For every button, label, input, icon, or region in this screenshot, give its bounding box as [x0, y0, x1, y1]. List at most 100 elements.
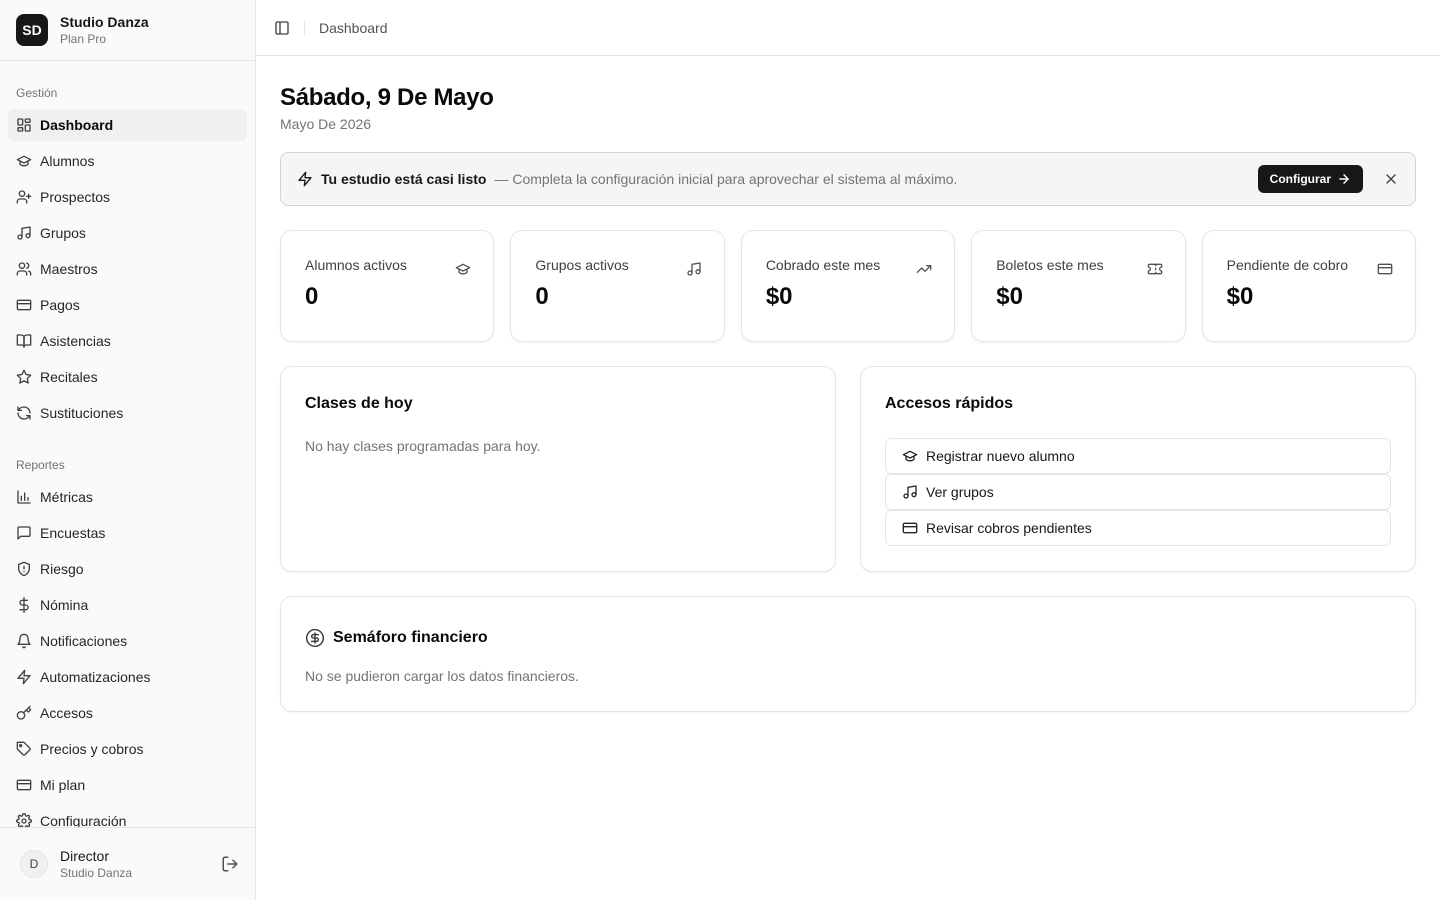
sidebar-item-accesos[interactable]: Accesos	[8, 697, 247, 729]
users-icon	[16, 261, 32, 277]
stat-card: Grupos activos 0	[510, 230, 725, 342]
configure-button[interactable]: Configurar	[1257, 165, 1363, 193]
sidebar-item-label: Riesgo	[40, 561, 84, 577]
sidebar-item-label: Prospectos	[40, 189, 111, 205]
stat-card: Cobrado este mes $0	[740, 230, 956, 342]
sidebar-item-metricas[interactable]: Métricas	[8, 481, 247, 513]
sidebar-item-recitales[interactable]: Recitales	[8, 361, 247, 393]
sidebar-item-asistencias[interactable]: Asistencias	[8, 325, 247, 357]
quick-access-button[interactable]: Registrar nuevo alumno	[885, 438, 1391, 474]
sidebar-item-encuestas[interactable]: Encuestas	[8, 517, 247, 549]
dollar-icon	[16, 597, 32, 613]
sidebar: SD Studio Danza Plan Pro Gestión Dashboar…	[0, 0, 256, 900]
breadcrumb[interactable]: Dashboard	[319, 20, 388, 36]
sidebar-item-grupos[interactable]: Grupos	[8, 217, 247, 249]
refresh-icon	[16, 405, 32, 421]
stat-value: 0	[305, 283, 319, 310]
sidebar-item-precios-y-cobros[interactable]: Precios y cobros	[8, 733, 247, 765]
sidebar-item-label: Dashboard	[40, 117, 114, 133]
dollar-circle-icon	[305, 628, 325, 648]
nav-group-label: Gestión	[16, 86, 58, 100]
message-square-icon	[16, 525, 32, 541]
sidebar-item-label: Asistencias	[40, 333, 111, 349]
sidebar-item-pagos[interactable]: Pagos	[8, 289, 247, 321]
page-title: Sábado, 9 De Mayo	[280, 84, 494, 111]
quick-access-label: Registrar nuevo alumno	[926, 448, 1075, 464]
quick-access-label: Revisar cobros pendientes	[926, 520, 1092, 536]
sidebar-item-prospectos[interactable]: Prospectos	[8, 181, 247, 213]
stat-label: Alumnos activos	[305, 257, 407, 273]
shield-icon	[16, 561, 32, 577]
stats-row: Alumnos activos 0 Grupos activos 0 Cobrado e…	[280, 230, 1417, 342]
stat-value: $0	[996, 283, 1023, 310]
stat-label: Boletos este mes	[996, 257, 1104, 273]
credit-card-icon	[1377, 261, 1393, 277]
credit-card-icon	[902, 520, 918, 536]
sidebar-item-label: Notificaciones	[40, 633, 128, 649]
sidebar-nav: Gestión Dashboard Alumnos Prospectos Grupos M…	[0, 61, 255, 827]
arrow-right-icon	[1337, 172, 1351, 186]
sidebar-item-label: Accesos	[40, 705, 93, 721]
zap-icon	[297, 171, 313, 187]
sidebar-toggle-icon[interactable]	[274, 20, 290, 36]
sidebar-item-label: Nómina	[40, 597, 89, 613]
sidebar-item-alumnos[interactable]: Alumnos	[8, 145, 247, 177]
sidebar-item-configuracion[interactable]: Configuración	[8, 805, 247, 827]
zap-icon	[16, 669, 32, 685]
quick-access-label: Ver grupos	[926, 484, 994, 500]
quick-access-button[interactable]: Ver grupos	[885, 474, 1391, 510]
sidebar-item-mi-plan[interactable]: Mi plan	[8, 769, 247, 801]
sidebar-item-label: Sustituciones	[40, 405, 124, 421]
divider	[304, 19, 305, 36]
music-icon	[686, 261, 702, 277]
bar-chart-icon	[16, 489, 32, 505]
sidebar-item-nomina[interactable]: Nómina	[8, 589, 247, 621]
sidebar-item-label: Precios y cobros	[40, 741, 144, 757]
sidebar-item-label: Automatizaciones	[40, 669, 151, 685]
sidebar-item-dashboard[interactable]: Dashboard	[8, 109, 247, 141]
quick-access-button[interactable]: Revisar cobros pendientes	[885, 510, 1391, 546]
trending-up-icon	[916, 261, 932, 277]
financial-light-card: Semáforo financiero No se pudieron carga…	[280, 596, 1416, 712]
brand-logo: SD	[16, 14, 48, 46]
sidebar-item-label: Pagos	[40, 297, 80, 313]
stat-value: $0	[1226, 283, 1254, 310]
banner-text: — Completa la configuración inicial para…	[494, 171, 958, 187]
today-classes-card: Clases de hoy No hay clases programadas …	[280, 366, 836, 572]
sidebar-item-label: Métricas	[40, 489, 93, 505]
graduation-cap-icon	[902, 448, 918, 464]
configure-button-label: Configurar	[1269, 172, 1331, 186]
sidebar-item-notificaciones[interactable]: Notificaciones	[8, 625, 247, 657]
bell-icon	[16, 633, 32, 649]
music-icon	[902, 484, 918, 500]
credit-card-icon	[16, 777, 32, 793]
brand-header[interactable]: SD Studio Danza Plan Pro	[0, 0, 255, 61]
brand-plan: Plan Pro	[60, 32, 107, 46]
graduation-cap-icon	[16, 153, 32, 169]
stat-value: $0	[765, 283, 793, 310]
financial-light-empty: No se pudieron cargar los datos financie…	[305, 668, 579, 684]
sidebar-item-maestros[interactable]: Maestros	[8, 253, 247, 285]
sidebar-item-automatizaciones[interactable]: Automatizaciones	[8, 661, 247, 693]
stat-label: Pendiente de cobro	[1226, 257, 1349, 273]
sidebar-item-sustituciones[interactable]: Sustituciones	[8, 397, 247, 429]
avatar: D	[20, 850, 48, 878]
logout-icon[interactable]	[221, 855, 239, 873]
financial-light-title: Semáforo financiero	[333, 629, 488, 646]
user-name: Director	[60, 848, 110, 864]
sidebar-item-label: Maestros	[40, 261, 98, 277]
quick-access-title: Accesos rápidos	[885, 395, 1014, 412]
stat-card: Pendiente de cobro $0	[1201, 230, 1417, 342]
main-area: Dashboard Sábado, 9 De Mayo Mayo De 2026…	[256, 0, 1440, 900]
today-classes-title: Clases de hoy	[305, 395, 413, 412]
close-icon[interactable]	[1383, 171, 1399, 187]
sidebar-item-riesgo[interactable]: Riesgo	[8, 553, 247, 585]
stat-label: Grupos activos	[535, 257, 629, 273]
key-icon	[16, 705, 32, 721]
quick-access-list: Registrar nuevo alumno Ver grupos Revisar …	[885, 438, 1391, 546]
credit-card-icon	[16, 297, 32, 313]
stat-label: Cobrado este mes	[765, 257, 881, 273]
page-content: Sábado, 9 De Mayo Mayo De 2026 Tu estudi…	[256, 56, 1440, 712]
banner-title: Tu estudio está casi listo	[321, 171, 487, 187]
sidebar-item-label: Alumnos	[40, 153, 95, 169]
